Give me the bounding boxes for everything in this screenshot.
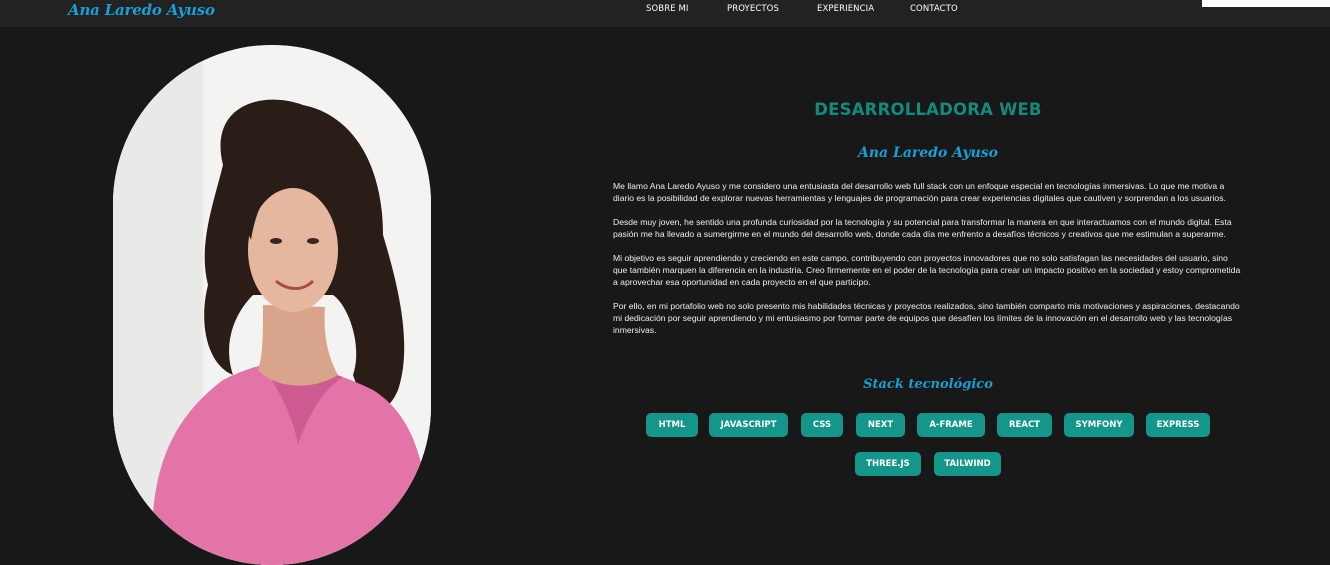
chip-html[interactable]: HTML: [646, 413, 698, 437]
bio-paragraph: Desde muy joven, he sentido una profunda…: [613, 217, 1232, 239]
bio-paragraph: Por ello, en mi portafolio web no solo p…: [613, 301, 1240, 335]
bio-paragraph: Me llamo Ana Laredo Ayuso y me considero…: [613, 181, 1226, 203]
role-title: DESARROLLADORA WEB: [814, 100, 1042, 119]
chip-next[interactable]: NEXT: [856, 413, 905, 437]
nav-link-contacto[interactable]: CONTACTO: [910, 4, 958, 14]
chip-javascript[interactable]: JAVASCRIPT: [709, 413, 788, 437]
nav-link-experiencia[interactable]: EXPERIENCIA: [817, 4, 874, 14]
stack-title: Stack tecnológico: [863, 377, 993, 392]
nav-links: SOBRE MI PROYECTOS EXPERIENCIA CONTACTO: [0, 4, 1330, 18]
navbar: Ana Laredo Ayuso SOBRE MI PROYECTOS EXPE…: [0, 0, 1330, 27]
chip-threejs[interactable]: THREE.JS: [855, 452, 921, 476]
chip-css[interactable]: CSS: [801, 413, 843, 437]
chip-tailwind[interactable]: TAILWIND: [934, 452, 1001, 476]
profile-photo: [113, 45, 431, 565]
chip-symfony[interactable]: SYMFONY: [1064, 413, 1134, 437]
chip-react[interactable]: REACT: [997, 413, 1052, 437]
chip-a-frame[interactable]: A-FRAME: [917, 413, 985, 437]
nav-link-sobre-mi[interactable]: SOBRE MI: [646, 4, 689, 14]
profile-photo-illustration: [113, 45, 431, 565]
chip-express[interactable]: EXPRESS: [1146, 413, 1210, 437]
nav-link-proyectos[interactable]: PROYECTOS: [727, 4, 779, 14]
bio: Me llamo Ana Laredo Ayuso y me considero…: [613, 180, 1243, 348]
name-title: Ana Laredo Ayuso: [857, 145, 998, 161]
top-right-panel: [1202, 0, 1330, 7]
bio-paragraph: Mi objetivo es seguir aprendiendo y crec…: [613, 253, 1241, 287]
